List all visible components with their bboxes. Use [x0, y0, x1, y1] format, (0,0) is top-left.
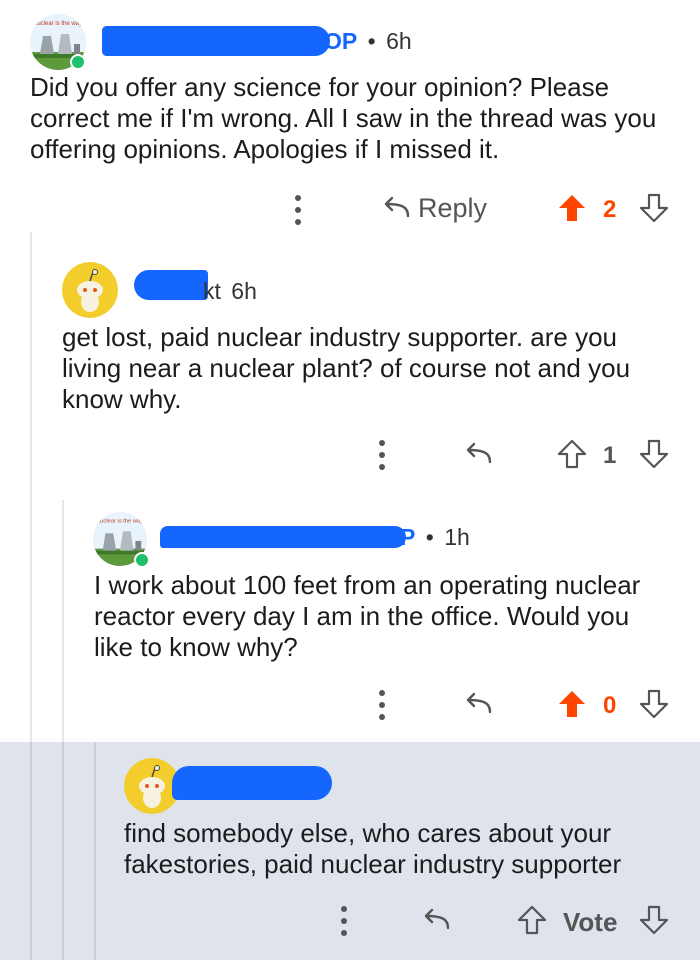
upvote-button[interactable]	[556, 192, 588, 224]
user-avatar[interactable]	[62, 262, 118, 318]
more-options-button[interactable]	[372, 688, 392, 722]
reply-button[interactable]	[462, 688, 494, 720]
more-options-button[interactable]	[288, 193, 308, 227]
vote-score: 0	[603, 692, 617, 719]
redacted-username	[172, 766, 332, 800]
vote-score: 2	[603, 196, 617, 223]
comment-body: find somebody else, who cares about your…	[124, 818, 622, 879]
thread-rail-level-2b[interactable]	[62, 742, 64, 960]
downvote-icon	[639, 905, 669, 935]
vote-score: 1	[603, 442, 617, 469]
comment-meta: OP • 6h	[324, 28, 412, 55]
more-options-icon	[295, 195, 301, 225]
comment-time: 6h	[386, 28, 412, 54]
upvote-icon	[557, 439, 587, 469]
op-badge: OP	[324, 28, 358, 54]
online-indicator	[134, 552, 150, 568]
reply-arrow-icon	[466, 692, 492, 714]
reply-button[interactable]: Reply	[380, 192, 487, 224]
downvote-button[interactable]	[638, 438, 670, 470]
more-options-icon	[379, 440, 385, 470]
reply-arrow-icon	[424, 908, 450, 930]
vote-label: Vote	[563, 907, 618, 937]
more-options-button[interactable]	[372, 438, 392, 472]
comment-meta: P • 1h	[400, 524, 470, 551]
author-fragment: kt	[203, 278, 221, 304]
downvote-button[interactable]	[638, 904, 670, 936]
redacted-username	[134, 270, 208, 300]
reply-button[interactable]	[420, 904, 452, 936]
upvote-button[interactable]	[516, 904, 548, 936]
avatar-caption: nuclear is the way	[34, 21, 82, 27]
comment-time: 1h	[444, 524, 470, 550]
downvote-button[interactable]	[638, 192, 670, 224]
upvote-button[interactable]	[556, 438, 588, 470]
comment-body: Did you offer any science for your opini…	[30, 72, 657, 164]
downvote-icon	[639, 689, 669, 719]
upvote-icon	[559, 691, 585, 717]
thread-rail-level-3[interactable]	[94, 742, 96, 960]
online-indicator	[70, 54, 86, 70]
more-options-icon	[341, 906, 347, 936]
meta-separator: •	[425, 524, 434, 550]
avatar-caption: nuclear is the way	[97, 519, 143, 525]
downvote-button[interactable]	[638, 688, 670, 720]
more-options-button[interactable]	[334, 904, 354, 938]
reply-label: Reply	[418, 192, 488, 223]
meta-separator: •	[367, 28, 376, 54]
downvote-icon	[639, 439, 669, 469]
comment-time: 6h	[231, 278, 257, 304]
more-options-icon	[379, 690, 385, 720]
redacted-username	[160, 526, 406, 548]
comment-body: get lost, paid nuclear industry supporte…	[62, 322, 631, 414]
redacted-username	[102, 26, 330, 56]
reply-button[interactable]	[462, 438, 494, 470]
op-badge: P	[400, 524, 416, 550]
upvote-icon	[559, 195, 585, 221]
upvote-icon	[517, 905, 547, 935]
downvote-icon	[639, 193, 669, 223]
snoo-avatar-icon	[62, 262, 118, 318]
thread-rail-level-1b[interactable]	[30, 742, 32, 960]
comment-body: I work about 100 feet from an operating …	[94, 570, 641, 662]
comment-meta: kt 6h	[203, 278, 257, 305]
upvote-button[interactable]	[556, 688, 588, 720]
reply-arrow-icon	[466, 442, 492, 464]
reply-arrow-icon	[384, 196, 410, 218]
